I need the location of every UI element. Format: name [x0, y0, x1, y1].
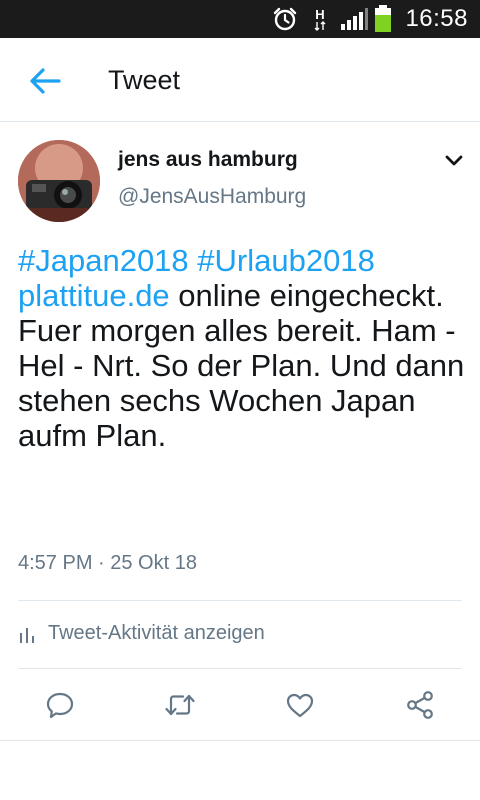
- chevron-down-icon: [444, 154, 464, 173]
- url-link[interactable]: plattitue.de: [18, 278, 170, 313]
- retweet-icon: [163, 690, 197, 725]
- divider: [18, 668, 462, 669]
- tweet-activity-link[interactable]: Tweet-Aktivität anzeigen: [18, 610, 462, 656]
- share-icon: [405, 690, 435, 725]
- page-title: Tweet: [108, 65, 181, 95]
- battery-icon: [372, 0, 394, 38]
- tweet-options-button[interactable]: [438, 148, 470, 178]
- network-type-icon: H: [310, 0, 330, 38]
- app-bar: Tweet: [0, 38, 480, 122]
- alarm-clock-icon: [270, 0, 300, 38]
- tweet-timestamp: 4:57 PM · 25 Okt 18: [18, 552, 197, 574]
- status-bar: H 16:58: [0, 0, 480, 38]
- author-name[interactable]: jens aus hamburg: [118, 148, 298, 172]
- tweet-actions: [0, 675, 480, 735]
- signal-icon: [338, 0, 370, 38]
- author-handle[interactable]: @JensAusHamburg: [118, 185, 306, 209]
- reply-button[interactable]: [36, 683, 84, 731]
- reply-icon: [45, 690, 75, 725]
- retweet-button[interactable]: [156, 683, 204, 731]
- hashtag-link[interactable]: #Japan2018: [18, 243, 189, 278]
- divider: [0, 740, 480, 741]
- like-button[interactable]: [276, 683, 324, 731]
- like-icon: [285, 691, 315, 724]
- avatar[interactable]: [18, 140, 100, 222]
- status-time: 16:58: [405, 5, 468, 32]
- arrow-left-icon: [29, 67, 61, 100]
- network-type-label: H: [315, 6, 325, 22]
- tweet-text-segment: [189, 243, 198, 278]
- hashtag-link[interactable]: #Urlaub2018: [197, 243, 375, 278]
- back-button[interactable]: [22, 60, 68, 106]
- divider: [18, 600, 462, 601]
- tweet-activity-label: Tweet-Aktivität anzeigen: [48, 621, 265, 644]
- share-button[interactable]: [396, 683, 444, 731]
- bar-chart-icon: [18, 623, 38, 643]
- tweet-text: #Japan2018 #Urlaub2018 plattitue.de onlin…: [18, 243, 468, 453]
